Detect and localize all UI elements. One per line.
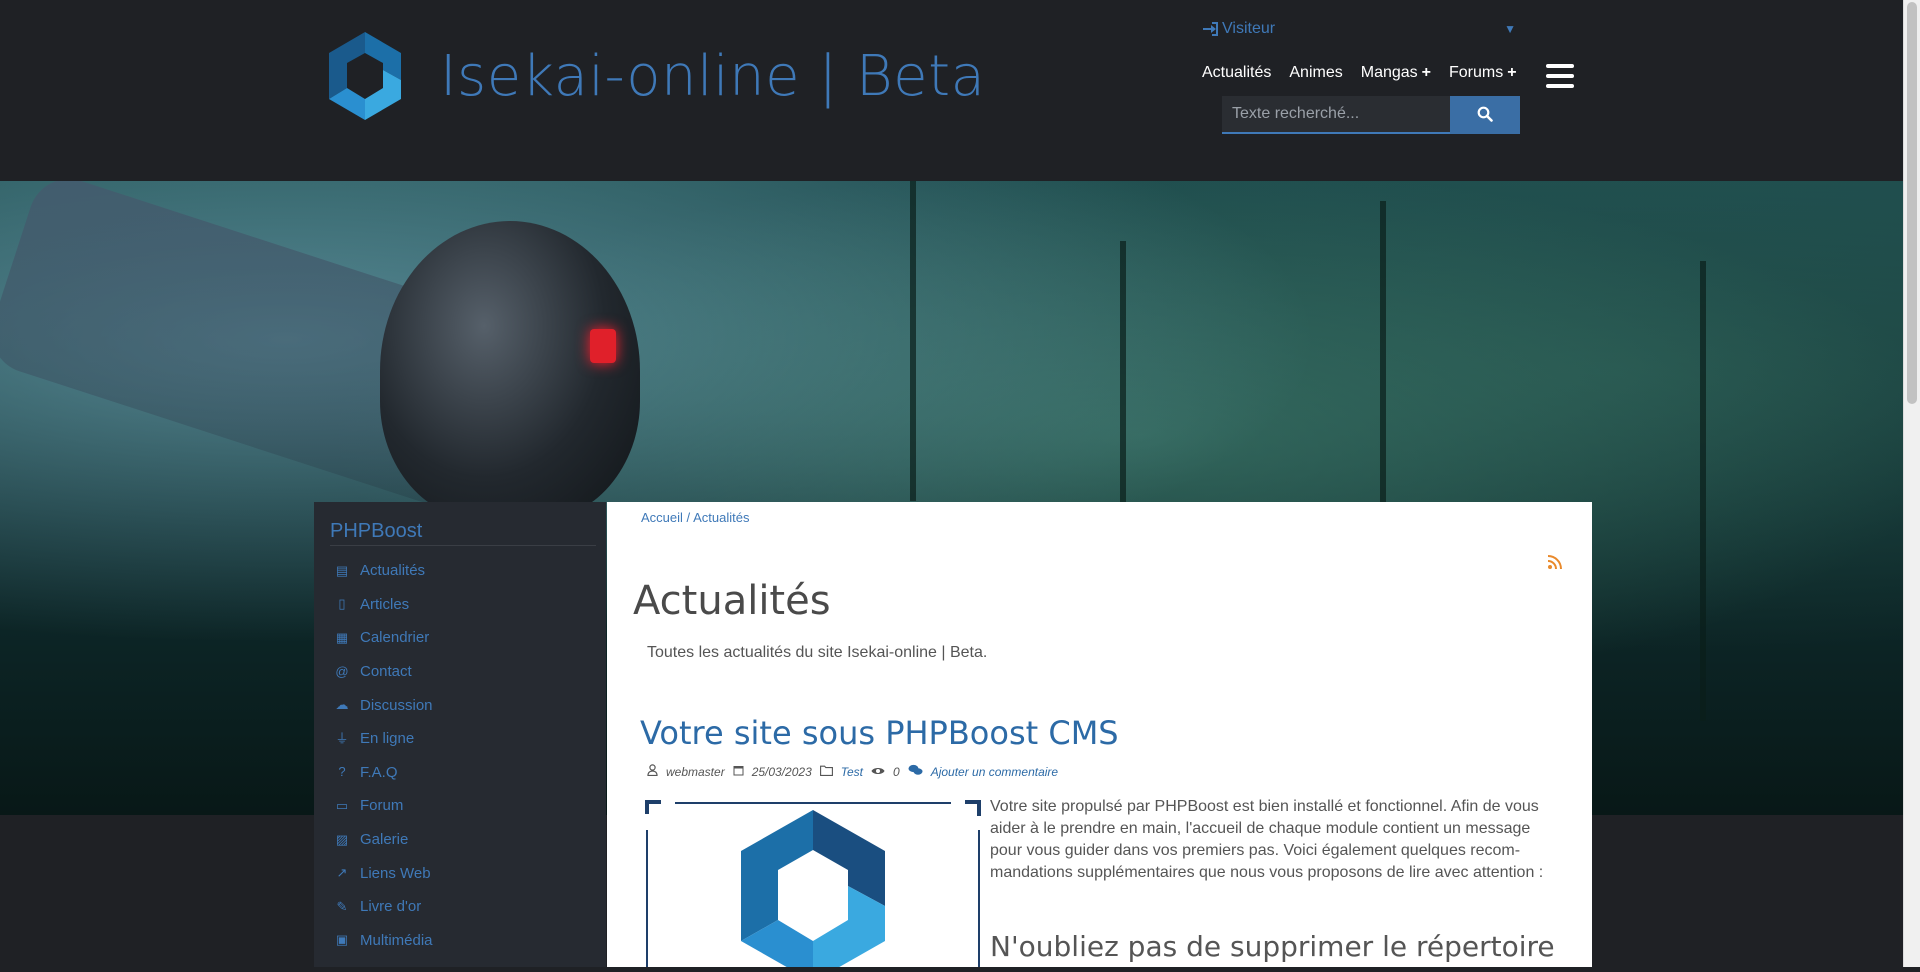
caret-down-icon: ▼ (1504, 22, 1516, 36)
search-icon (1477, 106, 1493, 122)
article-body-text: Votre site propulsé par PHPBoost est bie… (990, 798, 1544, 881)
sidebar-item-label: Multimédia (360, 931, 433, 949)
forum-icon: ▭ (335, 797, 349, 813)
banner-soldier-helmet (380, 221, 640, 521)
plug-icon: ⏚ (335, 730, 349, 746)
article-thumbnail[interactable] (645, 800, 981, 972)
folder-icon (819, 765, 833, 779)
external-link-icon: ↗ (336, 865, 348, 881)
nav-item-animes[interactable]: Animes (1289, 64, 1342, 82)
visitor-menu[interactable]: Visiteur ▼ (1202, 18, 1516, 40)
user-icon (647, 764, 658, 779)
nav-label: Actualités (1202, 64, 1272, 81)
nav-item-actualites[interactable]: Actualités (1202, 64, 1271, 82)
comments-icon: ☁ (335, 697, 349, 713)
article-meta: webmaster 25/03/2023 Test 0 Ajouter un c… (647, 764, 1058, 779)
eye-icon (871, 765, 885, 779)
top-navigation: Actualités Animes Mangas + Forums + (1202, 64, 1517, 82)
sidebar-item-faq[interactable]: ? F.A.Q (314, 756, 606, 790)
calendar-icon (733, 764, 744, 779)
breadcrumb-current[interactable]: Actualités (693, 510, 749, 525)
visitor-label: Visiteur (1222, 20, 1276, 37)
page-intro: Toutes les actualités du site Isekai-onl… (647, 644, 988, 661)
search-form (1222, 96, 1520, 134)
sidebar-item-forum[interactable]: ▭ Forum (314, 789, 606, 823)
article-views: 0 (893, 764, 900, 779)
rss-icon[interactable] (1547, 554, 1563, 570)
at-icon: @ (335, 663, 349, 679)
nav-item-mangas[interactable]: Mangas + (1361, 64, 1431, 82)
sidebar-item-label: Livre d'or (360, 898, 422, 916)
nav-label: Forums (1449, 64, 1504, 81)
article-category[interactable]: Test (841, 765, 863, 779)
sidebar-item-label: Forum (360, 797, 404, 815)
article-date: 25/03/2023 (751, 764, 812, 779)
sidebar-title: PHPBoost (330, 520, 596, 546)
banner-tree (1700, 261, 1706, 721)
search-button[interactable] (1450, 96, 1520, 134)
sidebar-item-label: Liens Web (360, 864, 431, 882)
sidebar-item-actualites[interactable]: ▤ Actualités (314, 554, 606, 588)
sidebar-item-livre-dor[interactable]: ✎ Livre d'or (314, 890, 606, 924)
plus-icon: + (1421, 64, 1431, 81)
article-title-link[interactable]: Votre site sous PHPBoost CMS (640, 714, 1119, 752)
sidebar-item-contact[interactable]: @ Contact (314, 655, 606, 689)
breadcrumb-separator: / (686, 510, 691, 525)
nav-label: Animes (1289, 64, 1343, 81)
sidebar-item-multimedia[interactable]: ▣ Multimédia (314, 924, 606, 958)
sign-in-icon (1203, 22, 1218, 36)
sidebar-item-label: En ligne (360, 730, 415, 748)
newspaper-icon: ▤ (335, 562, 349, 578)
sidebar-item-label: Actualités (360, 562, 426, 580)
sidebar-item-discussion[interactable]: ☁ Discussion (314, 688, 606, 722)
main-content: Accueil / Actualités Actualités Toutes l… (607, 502, 1592, 972)
page-scrollbar[interactable] (1903, 0, 1920, 967)
sidebar-item-label: Galerie (360, 831, 409, 849)
banner-helmet-visor (590, 329, 616, 363)
sidebar-item-label: F.A.Q (360, 763, 398, 781)
sidebar-item-label: Discussion (360, 696, 433, 714)
film-icon: ▣ (335, 932, 349, 948)
plus-icon: + (1507, 64, 1517, 81)
sidebar-item-label: Contact (360, 663, 412, 681)
nav-item-forums[interactable]: Forums + (1449, 64, 1517, 82)
article-thumbnail-frame (645, 800, 981, 972)
sidebar-item-articles[interactable]: ▯ Articles (314, 588, 606, 622)
question-icon: ? (338, 764, 346, 780)
article-subheading: N'oubliez pas de supprimer le répertoire (990, 930, 1555, 963)
site-header: Isekai-online | Beta Visiteur ▼ Actualit… (0, 0, 1904, 181)
site-title: Isekai-online | Beta (440, 43, 986, 109)
search-input[interactable] (1222, 96, 1450, 134)
signature-icon: ✎ (336, 898, 348, 914)
nav-label: Mangas (1360, 64, 1418, 81)
sidebar-item-label: Articles (360, 595, 410, 613)
site-logo-link[interactable]: Isekai-online | Beta (325, 30, 985, 122)
file-icon: ▯ (338, 596, 346, 612)
sidebar-list: ▤ Actualités ▯ Articles ▦ Calendrier @ Conta… (314, 554, 606, 957)
page-title: Actualités (633, 578, 831, 624)
banner-bow (910, 181, 916, 501)
image-icon: ▨ (335, 831, 349, 847)
scrollbar-thumb[interactable] (1907, 2, 1917, 404)
article-author[interactable]: webmaster (666, 765, 725, 779)
hamburger-menu-icon[interactable] (1546, 64, 1574, 88)
sidebar-item-galerie[interactable]: ▨ Galerie (314, 823, 606, 857)
sidebar-menu: PHPBoost ▤ Actualités ▯ Articles ▦ Calendri… (314, 502, 606, 967)
breadcrumb: Accueil / Actualités (641, 510, 749, 525)
sidebar-item-en-ligne[interactable]: ⏚ En ligne (314, 722, 606, 756)
calendar-icon: ▦ (335, 629, 349, 645)
sidebar-item-calendrier[interactable]: ▦ Calendrier (314, 621, 606, 655)
breadcrumb-home[interactable]: Accueil (641, 510, 683, 525)
phpboost-logo-icon (329, 32, 401, 120)
comments-icon (908, 764, 923, 779)
add-comment-link[interactable]: Ajouter un commentaire (931, 765, 1058, 779)
sidebar-item-label: Calendrier (360, 629, 430, 647)
sidebar-item-liens-web[interactable]: ↗ Liens Web (314, 856, 606, 890)
